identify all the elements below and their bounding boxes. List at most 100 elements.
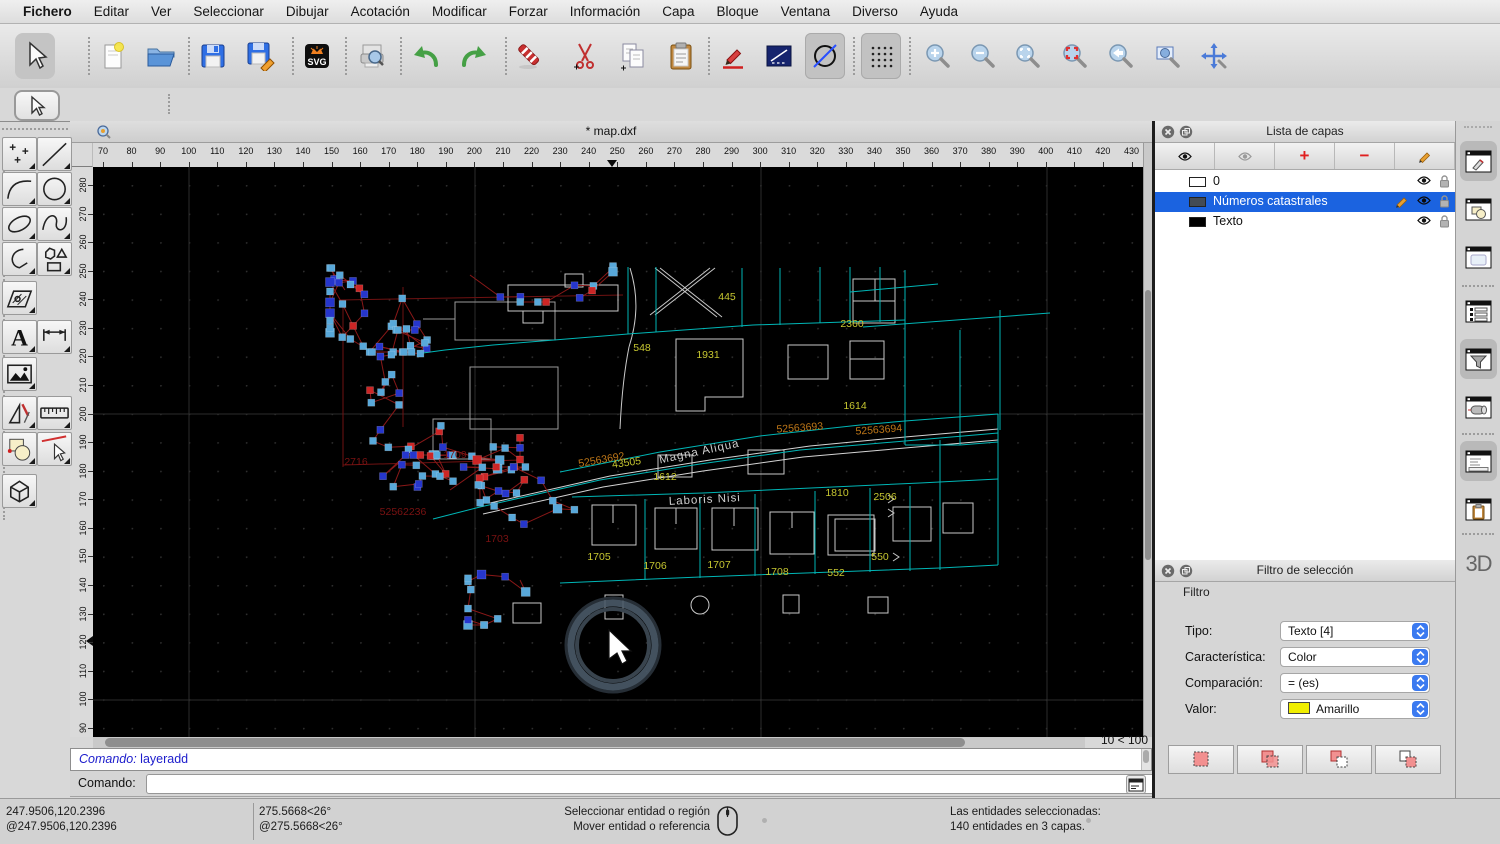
menu-forzar[interactable]: Forzar: [498, 0, 559, 24]
canvas-horizontal-scrollbar[interactable]: [93, 737, 1085, 748]
zoom-auto-button[interactable]: [1008, 33, 1048, 79]
layer-row[interactable]: 0: [1155, 172, 1455, 192]
layer-lock-icon[interactable]: [1439, 215, 1450, 231]
menu-capa[interactable]: Capa: [651, 0, 705, 24]
menu-diverso[interactable]: Diverso: [841, 0, 909, 24]
toggle-all-layers-visibility-button[interactable]: [1215, 143, 1275, 169]
zoom-selection-button[interactable]: [1055, 33, 1095, 79]
layer-row[interactable]: Números catastrales: [1155, 192, 1455, 212]
layer-list-panel-icon[interactable]: [1460, 141, 1497, 181]
redo-button[interactable]: [453, 33, 493, 79]
ellipse-tools-button[interactable]: [805, 33, 845, 79]
dropdown-stepper-icon[interactable]: [1412, 649, 1428, 665]
clipboard-panel-icon[interactable]: [1460, 489, 1497, 529]
menu-fichero[interactable]: Fichero: [12, 0, 83, 24]
layer-lock-icon[interactable]: [1439, 195, 1450, 211]
dropdown-stepper-icon[interactable]: [1412, 623, 1428, 639]
ruler-tool-button[interactable]: [37, 396, 72, 430]
text-tool-button[interactable]: A: [2, 320, 37, 354]
arc-tool-button[interactable]: [2, 172, 37, 206]
line-tool-button[interactable]: [37, 137, 72, 171]
dropdown-stepper-icon[interactable]: [1412, 675, 1428, 691]
zoom-window-button[interactable]: [1148, 33, 1188, 79]
menu-ayuda[interactable]: Ayuda: [909, 0, 969, 24]
undo-button[interactable]: [407, 33, 447, 79]
layer-visibility-eye-icon[interactable]: [1417, 215, 1431, 229]
menu-dibujar[interactable]: Dibujar: [275, 0, 340, 24]
command-history-scrollbar[interactable]: [1141, 749, 1151, 770]
open-file-button[interactable]: [141, 33, 181, 79]
misc-draw-tool-button[interactable]: [2, 396, 37, 430]
spline-tool-button[interactable]: [37, 207, 72, 241]
command-line-panel-icon[interactable]: [1460, 441, 1497, 481]
edit-layer-button[interactable]: [1395, 143, 1455, 169]
grid-toggle-button[interactable]: [861, 33, 901, 79]
new-file-button[interactable]: [93, 33, 133, 79]
block-list-panel-icon[interactable]: [1460, 189, 1497, 229]
layer-edit-pencil-icon[interactable]: [1395, 195, 1409, 211]
add-layer-button[interactable]: +: [1275, 143, 1335, 169]
cut-button[interactable]: [565, 33, 605, 79]
menu-bloque[interactable]: Bloque: [706, 0, 770, 24]
modify-tool-button[interactable]: [2, 432, 37, 466]
print-preview-button[interactable]: [352, 33, 392, 79]
image-tool-button[interactable]: [2, 357, 37, 391]
valor-select[interactable]: Amarillo: [1280, 699, 1430, 719]
dimension-tool-button[interactable]: [37, 320, 72, 354]
copy-button[interactable]: [613, 33, 653, 79]
layer-lock-icon[interactable]: [1439, 175, 1450, 191]
menu-ventana[interactable]: Ventana: [770, 0, 842, 24]
replace-selection-button[interactable]: [1168, 745, 1234, 774]
shapes-tool-button[interactable]: [37, 242, 72, 276]
comparacion-select[interactable]: = (es): [1280, 673, 1430, 693]
draw-pencil-button[interactable]: [713, 33, 753, 79]
caracteristica-select[interactable]: Color: [1280, 647, 1430, 667]
solid-tool-button[interactable]: [2, 474, 37, 508]
selection-filter-panel-icon[interactable]: [1460, 339, 1497, 379]
toggle-layer-visibility-button[interactable]: [1155, 143, 1215, 169]
canvas-vertical-scrollbar[interactable]: [1143, 143, 1152, 737]
save-file-as-button[interactable]: [241, 33, 281, 79]
layer-visibility-eye-icon[interactable]: [1417, 195, 1431, 209]
remove-layer-button[interactable]: −: [1335, 143, 1395, 169]
zoom-in-button[interactable]: [918, 33, 958, 79]
intersect-selection-button[interactable]: [1375, 745, 1441, 774]
tipo-select[interactable]: Texto [4]: [1280, 621, 1430, 641]
vscroll-thumb[interactable]: [1145, 290, 1151, 560]
menu-acotacion[interactable]: Acotación: [340, 0, 421, 24]
points-tool-button[interactable]: [2, 137, 37, 171]
remove-from-selection-button[interactable]: [1306, 745, 1372, 774]
dropdown-stepper-icon[interactable]: [1412, 701, 1428, 717]
svg-export-button[interactable]: SVG: [297, 33, 337, 79]
hatch-tool-button[interactable]: [2, 281, 37, 315]
add-to-selection-button[interactable]: [1237, 745, 1303, 774]
command-input[interactable]: [146, 774, 1200, 794]
drawing-canvas[interactable]: 4452360548193116144350516121810250617051…: [93, 167, 1143, 737]
layer-row[interactable]: Texto: [1155, 212, 1455, 232]
menu-seleccionar[interactable]: Seleccionar: [182, 0, 275, 24]
ellipse-tool-button[interactable]: [2, 207, 37, 241]
circle-tool-button[interactable]: [37, 172, 72, 206]
command-options-button[interactable]: [1126, 775, 1146, 794]
select-arrow-button[interactable]: [15, 33, 55, 79]
menu-modificar[interactable]: Modificar: [421, 0, 498, 24]
layer-visibility-eye-icon[interactable]: [1417, 175, 1431, 189]
line-tools-button[interactable]: [759, 33, 799, 79]
pen-settings-panel-icon[interactable]: [1460, 387, 1497, 427]
library-browser-panel-icon[interactable]: [1460, 237, 1497, 277]
paste-button[interactable]: [661, 33, 701, 79]
menu-informacion[interactable]: Información: [559, 0, 652, 24]
zoom-previous-button[interactable]: [1101, 33, 1141, 79]
property-editor-panel-icon[interactable]: [1460, 291, 1497, 331]
menu-editar[interactable]: Editar: [83, 0, 140, 24]
pan-button[interactable]: [1194, 33, 1234, 79]
selection-tool-button[interactable]: [14, 90, 60, 121]
snap-tool-button[interactable]: [37, 432, 72, 466]
erase-button[interactable]: [509, 33, 549, 79]
polyline-tool-button[interactable]: [2, 242, 37, 276]
save-file-button[interactable]: [193, 33, 233, 79]
hscroll-thumb[interactable]: [105, 738, 965, 747]
3d-mode-button[interactable]: 3D: [1456, 551, 1500, 577]
zoom-out-button[interactable]: [963, 33, 1003, 79]
menu-ver[interactable]: Ver: [140, 0, 182, 24]
